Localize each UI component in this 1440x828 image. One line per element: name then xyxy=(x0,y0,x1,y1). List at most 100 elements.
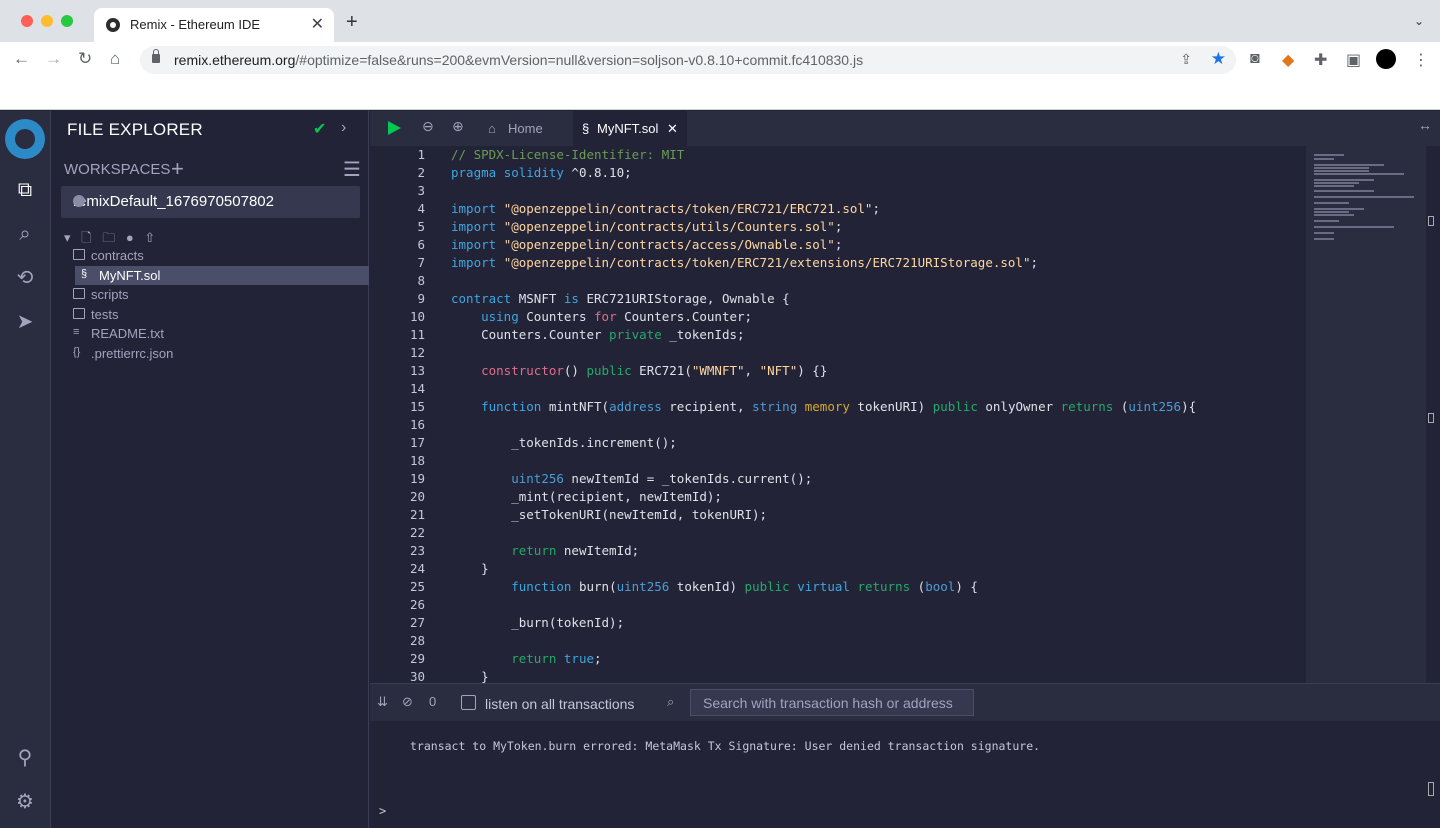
bookmark-star-icon[interactable]: ★ xyxy=(1211,49,1226,69)
workspace-name: remixDefault_1676970507802 xyxy=(73,193,274,210)
settings-gear-icon[interactable]: ⚙ xyxy=(12,789,38,815)
line-number: 19 xyxy=(409,471,425,486)
line-number: 16 xyxy=(409,417,425,432)
browser-menu-icon[interactable]: ⋮ xyxy=(1413,50,1429,70)
code-line: 13 constructor() public ERC721("WMNFT", … xyxy=(370,362,1305,380)
browser-tab-strip: Remix - Ethereum IDE ✕ + ⌄ xyxy=(0,0,1440,42)
code-line: 11 Counters.Counter private _tokenIds; xyxy=(370,326,1305,344)
workspace-menu-icon[interactable]: ☰ xyxy=(343,157,361,182)
code-text: // SPDX-License-Identifier: MIT xyxy=(451,147,685,162)
zoom-out-icon[interactable]: ⊖ xyxy=(422,118,434,135)
line-number: 22 xyxy=(409,525,425,540)
file-tree-label: MyNFT.sol xyxy=(99,267,161,283)
line-number: 2 xyxy=(417,165,425,180)
code-line: 6 import "@openzeppelin/contracts/access/… xyxy=(370,236,1305,254)
minimize-window-button[interactable] xyxy=(41,15,53,27)
code-text: import "@openzeppelin/contracts/token/ER… xyxy=(451,201,880,216)
plugin-manager-icon[interactable]: ⚲ xyxy=(12,745,38,771)
tab-search-chevron-icon[interactable]: ⌄ xyxy=(1414,14,1424,28)
browser-toolbar: ← → ↻ ⌂ remix.ethereum.org/#optimize=fal… xyxy=(0,42,1440,78)
line-number: 14 xyxy=(409,381,425,396)
file-explorer-icon[interactable]: ⧉ xyxy=(12,177,38,203)
file-tree-item[interactable]: tests xyxy=(51,305,369,325)
upload-icon[interactable]: ⇧ xyxy=(144,230,155,245)
line-number: 7 xyxy=(417,255,425,270)
line-number: 13 xyxy=(409,363,425,378)
close-tab-icon[interactable]: ✕ xyxy=(667,121,678,137)
side-panel-icon[interactable]: ▣ xyxy=(1346,50,1361,70)
file-explorer-panel: FILE EXPLORER ✔ › WORKSPACES + ☰ remixDe… xyxy=(51,111,369,828)
code-line: 19 uint256 newItemId = _tokenIds.current… xyxy=(370,470,1305,488)
solidity-compiler-icon[interactable]: ⟲ xyxy=(12,265,38,291)
metamask-icon[interactable]: ◆ xyxy=(1282,50,1294,70)
extensions-icon[interactable]: ✚ xyxy=(1314,50,1327,70)
maximize-window-button[interactable] xyxy=(61,15,73,27)
code-text: return true; xyxy=(511,651,602,666)
code-line: 7 import "@openzeppelin/contracts/token/E… xyxy=(370,254,1305,272)
close-window-button[interactable] xyxy=(21,15,33,27)
code-editor[interactable]: 1 // SPDX-License-Identifier: MIT 2 pragma … xyxy=(370,146,1305,683)
code-line: 22 xyxy=(370,524,1305,542)
listen-checkbox[interactable] xyxy=(461,695,476,710)
editor-pane: ⊖ ⊕ ⌂ Home § MyNFT.sol ✕ ↔ 1 // SPDX-Lice… xyxy=(370,111,1440,683)
line-number: 30 xyxy=(409,669,425,683)
code-line: 3 xyxy=(370,182,1305,200)
file-tree: contracts § MyNFT.sol scripts tests ≡ README.t… xyxy=(51,246,369,363)
caret-down-icon[interactable]: ▾ xyxy=(64,230,71,245)
add-workspace-button[interactable]: + xyxy=(171,156,184,182)
tab-home[interactable]: ⌂ Home xyxy=(478,111,568,146)
new-file-icon[interactable]: 🗋 xyxy=(81,230,91,245)
home-icon[interactable]: ⌂ xyxy=(110,49,120,69)
terminal-prompt[interactable]: > xyxy=(379,804,386,818)
code-minimap[interactable] xyxy=(1306,146,1426,683)
clear-console-icon[interactable]: ⊘ xyxy=(402,694,413,710)
reload-icon[interactable]: ↻ xyxy=(78,49,92,69)
workspace-select[interactable]: remixDefault_1676970507802 xyxy=(61,186,360,218)
browser-tab[interactable]: Remix - Ethereum IDE ✕ xyxy=(94,8,334,42)
code-line: 25 function burn(uint256 tokenId) public… xyxy=(370,578,1305,596)
line-number: 21 xyxy=(409,507,425,522)
terminal-toolbar: ⇊ ⊘ 0 listen on all transactions ⌕ xyxy=(370,684,1440,721)
new-tab-button[interactable]: + xyxy=(346,11,358,34)
file-tree-item[interactable]: § MyNFT.sol xyxy=(75,265,369,285)
camera-icon[interactable]: ◙ xyxy=(1250,50,1260,68)
profile-avatar[interactable] xyxy=(1376,49,1396,69)
line-number: 6 xyxy=(417,237,425,252)
scroll-marker xyxy=(1428,413,1434,423)
zoom-in-icon[interactable]: ⊕ xyxy=(452,118,464,135)
line-number: 18 xyxy=(409,453,425,468)
collapse-terminal-icon[interactable]: ⇊ xyxy=(377,694,388,710)
code-text: import "@openzeppelin/contracts/token/ER… xyxy=(451,255,1039,270)
file-tree-item[interactable]: scripts xyxy=(51,285,369,305)
code-text: uint256 newItemId = _tokenIds.current(); xyxy=(511,471,813,486)
deploy-run-icon[interactable]: ➤ xyxy=(12,309,38,335)
transaction-search[interactable] xyxy=(690,689,974,716)
code-line: 1 // SPDX-License-Identifier: MIT xyxy=(370,146,1305,164)
file-tree-item[interactable]: {} .prettierrc.json xyxy=(51,344,369,364)
file-tree-item[interactable]: contracts xyxy=(51,246,369,266)
tab-mynft-sol[interactable]: § MyNFT.sol ✕ xyxy=(573,111,687,146)
code-line: 29 return true; xyxy=(370,650,1305,668)
transaction-search-input[interactable] xyxy=(691,690,973,715)
github-icon[interactable]: ● xyxy=(126,230,134,245)
terminal-scrollbar[interactable] xyxy=(1428,782,1434,796)
expand-editor-icon[interactable]: ↔ xyxy=(1418,117,1432,133)
run-compile-icon[interactable] xyxy=(388,121,401,135)
text-file-icon: ≡ xyxy=(73,326,80,338)
search-icon[interactable]: ⌕ xyxy=(12,221,38,247)
close-tab-icon[interactable]: ✕ xyxy=(311,14,324,34)
address-bar[interactable]: remix.ethereum.org/#optimize=false&runs=… xyxy=(140,46,1236,74)
remix-favicon-icon xyxy=(106,18,120,32)
file-tree-item[interactable]: ≡ README.txt xyxy=(51,324,369,344)
forward-icon[interactable]: → xyxy=(45,49,62,69)
file-tree-label: contracts xyxy=(91,248,144,263)
folder-icon xyxy=(73,307,85,319)
code-text: function burn(uint256 tokenId) public vi… xyxy=(511,579,978,594)
back-icon[interactable]: ← xyxy=(13,49,30,69)
remix-logo-icon[interactable] xyxy=(5,119,45,159)
new-folder-icon[interactable]: 🗀 xyxy=(102,230,115,245)
share-icon[interactable]: ⇪ xyxy=(1180,51,1192,68)
solidity-file-icon: § xyxy=(582,121,590,136)
chevron-right-icon[interactable]: › xyxy=(341,119,346,137)
code-text: function mintNFT(address recipient, stri… xyxy=(481,399,1197,414)
